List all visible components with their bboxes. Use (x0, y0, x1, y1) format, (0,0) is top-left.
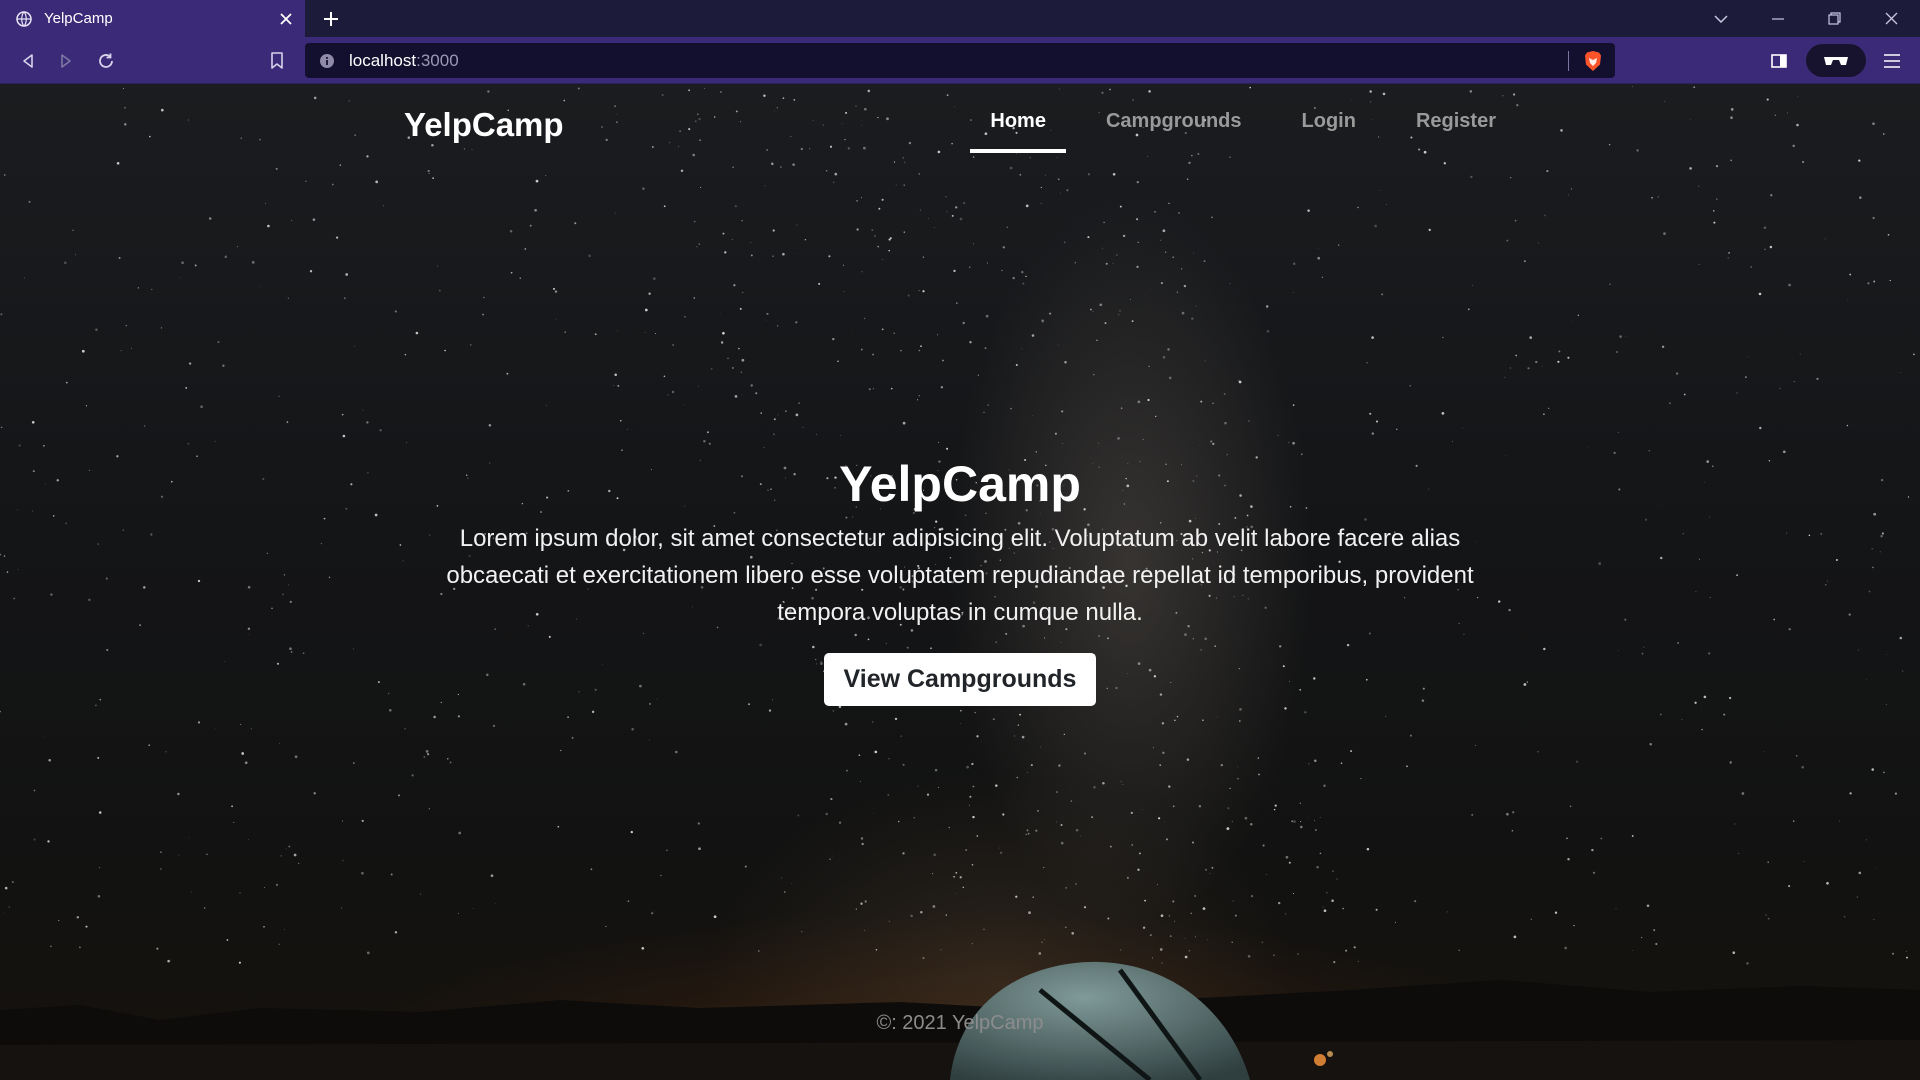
hero-section: YelpCamp Lorem ipsum dolor, sit amet con… (440, 454, 1480, 706)
bookmark-icon[interactable] (263, 47, 291, 75)
nav-links: Home Campgrounds Login Register (950, 106, 1516, 153)
hero-description: Lorem ipsum dolor, sit amet consectetur … (446, 525, 1474, 626)
view-campgrounds-button[interactable]: View Campgrounds (823, 653, 1097, 706)
back-icon[interactable] (14, 47, 42, 75)
nav-link-campgrounds[interactable]: Campgrounds (1086, 106, 1262, 153)
page-footer: ©: 2021 YelpCamp (876, 1012, 1044, 1034)
wallet-icon[interactable] (1806, 44, 1866, 77)
nav-link-login[interactable]: Login (1282, 106, 1376, 153)
page-content: YelpCamp Home Campgrounds Login Register… (0, 84, 1920, 1080)
new-tab-icon[interactable] (320, 8, 342, 30)
url-port: :3000 (416, 50, 459, 70)
site-info-icon[interactable] (319, 53, 335, 69)
menu-icon[interactable] (1878, 47, 1906, 75)
browser-toolbar: localhost:3000 (0, 37, 1920, 84)
forward-icon[interactable] (52, 47, 80, 75)
minimize-icon[interactable] (1749, 0, 1806, 37)
nav-link-home[interactable]: Home (970, 106, 1066, 153)
nav-link-register[interactable]: Register (1396, 106, 1516, 153)
brave-shields-icon[interactable] (1583, 50, 1603, 72)
close-tab-icon[interactable] (277, 10, 295, 28)
window-controls (1692, 0, 1920, 37)
reload-icon[interactable] (92, 47, 120, 75)
restore-icon[interactable] (1806, 0, 1863, 37)
url-host: localhost (349, 50, 417, 70)
tab-title: YelpCamp (44, 10, 113, 27)
browser-tabstrip: YelpCamp (0, 0, 1920, 37)
close-window-icon[interactable] (1863, 0, 1920, 37)
sidebar-toggle-icon[interactable] (1765, 47, 1793, 75)
browser-tab[interactable]: YelpCamp (0, 0, 305, 37)
urlbar-divider (1568, 51, 1569, 71)
site-navbar: YelpCamp Home Campgrounds Login Register (404, 84, 1516, 164)
address-bar[interactable]: localhost:3000 (305, 43, 1615, 78)
globe-icon (16, 10, 32, 27)
tab-search-chevron-icon[interactable] (1692, 0, 1749, 37)
hero-title: YelpCamp (839, 456, 1081, 512)
brand-logo[interactable]: YelpCamp (404, 106, 564, 144)
